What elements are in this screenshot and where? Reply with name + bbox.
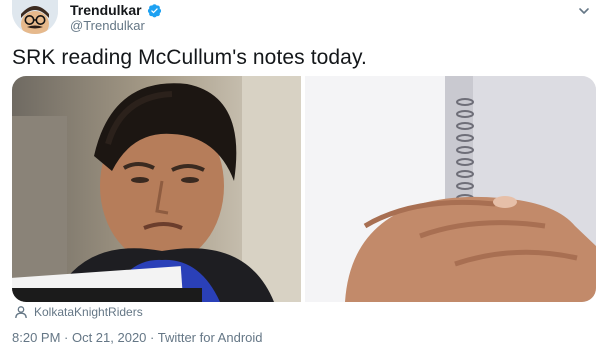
tagged-user-label[interactable]: KolkataKnightRiders — [34, 305, 143, 319]
person-tag-icon — [14, 305, 28, 319]
verified-badge-icon — [147, 3, 162, 18]
avatar[interactable] — [12, 0, 58, 34]
author-name-line: Trendulkar — [70, 2, 162, 18]
tagged-users-row[interactable]: KolkataKnightRiders — [14, 305, 143, 319]
tweet-text: SRK reading McCullum's notes today. — [12, 46, 367, 69]
display-name[interactable]: Trendulkar — [70, 2, 142, 18]
media-grid[interactable] — [12, 76, 596, 302]
media-photo-notebook[interactable] — [305, 76, 596, 302]
avatar-image — [12, 0, 58, 34]
media-photo-reading[interactable] — [12, 76, 301, 302]
chevron-down-icon[interactable] — [578, 4, 590, 16]
author-handle[interactable]: @Trendulkar — [70, 18, 145, 33]
